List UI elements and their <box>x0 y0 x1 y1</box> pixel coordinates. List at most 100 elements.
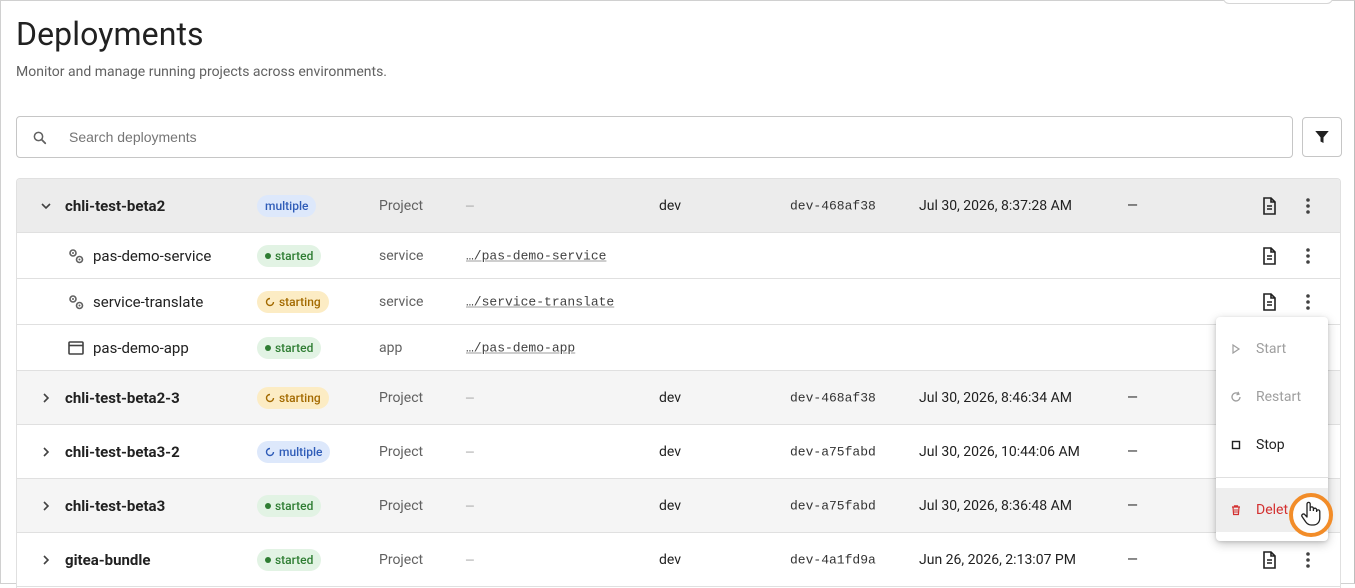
table-row[interactable]: chli-test-beta2 multiple Project — dev d… <box>17 179 1340 233</box>
path-link[interactable]: …/pas-demo-app <box>466 340 575 355</box>
status-text: multiple <box>279 444 323 459</box>
path-empty: — <box>466 198 474 213</box>
chevron-down-icon[interactable] <box>39 199 53 213</box>
filter-icon <box>1315 131 1329 143</box>
path-empty: — <box>466 444 474 459</box>
table-row[interactable]: service-translate starting service …/ser… <box>17 279 1340 325</box>
menu-item-stop[interactable]: Stop <box>1216 423 1328 467</box>
extra-value: — <box>1127 443 1138 460</box>
restart-icon <box>1231 391 1241 402</box>
env-label: dev <box>659 197 682 214</box>
menu-item-restart[interactable]: Restart <box>1216 375 1328 419</box>
kind-label: service <box>379 247 424 264</box>
header-action-button[interactable] <box>1223 0 1333 4</box>
path-empty: — <box>466 498 474 513</box>
trash-icon <box>1232 505 1240 516</box>
extra-value: — <box>1127 551 1138 568</box>
status-text: started <box>275 248 314 263</box>
date-label: Jul 30, 2026, 10:44:06 AM <box>919 443 1080 460</box>
deployment-name[interactable]: chli-test-beta2 <box>65 197 165 215</box>
deployment-name[interactable]: chli-test-beta3-2 <box>65 443 180 461</box>
table-row[interactable]: chli-test-beta3 started Project — dev de… <box>17 479 1340 533</box>
version-label: dev-4a1fd9a <box>790 552 876 567</box>
table-row[interactable]: chli-test-beta3-2 multiple Project — dev… <box>17 425 1340 479</box>
more-vertical-icon[interactable] <box>1305 197 1311 215</box>
more-vertical-icon[interactable] <box>1305 551 1311 569</box>
kind-label: Project <box>379 389 424 406</box>
extra-value: — <box>1127 497 1138 514</box>
status-text: starting <box>279 294 321 309</box>
status-text: starting <box>279 390 321 405</box>
env-label: dev <box>659 497 682 514</box>
menu-item-label: Start <box>1256 341 1287 357</box>
menu-item-label: Restart <box>1256 389 1302 405</box>
status-dot <box>265 344 271 351</box>
deployment-name[interactable]: service-translate <box>93 293 203 311</box>
chevron-right-icon[interactable] <box>39 499 53 513</box>
version-label: dev-468af38 <box>790 198 876 213</box>
table-row[interactable]: pas-demo-app started app …/pas-demo-app <box>17 325 1340 371</box>
document-icon[interactable] <box>1259 246 1279 266</box>
version-label: dev-a75fabd <box>790 498 876 513</box>
status-badge: started <box>257 244 322 267</box>
kind-label: Project <box>379 497 424 514</box>
env-label: dev <box>659 443 682 460</box>
path-link[interactable]: …/service-translate <box>466 294 614 309</box>
chevron-right-icon[interactable] <box>39 445 53 459</box>
env-label: dev <box>659 551 682 568</box>
search-input[interactable] <box>67 117 1267 157</box>
path-link[interactable]: …/pas-demo-service <box>466 248 606 263</box>
path-empty: — <box>466 552 474 567</box>
status-badge: started <box>257 494 322 517</box>
status-badge: starting <box>257 290 329 313</box>
table-row[interactable]: chli-test-beta2-3 starting Project — dev… <box>17 371 1340 425</box>
document-icon[interactable] <box>1259 292 1279 312</box>
deployment-name[interactable]: chli-test-beta3 <box>65 497 165 515</box>
play-icon <box>1232 343 1241 355</box>
chevron-right-icon[interactable] <box>39 391 53 405</box>
path-empty: — <box>466 390 474 405</box>
kind-label: Project <box>379 443 424 460</box>
status-badge: multiple <box>257 194 317 217</box>
spinner-icon <box>265 447 275 456</box>
status-badge: started <box>257 548 322 571</box>
gears-icon <box>69 294 84 309</box>
status-badge: started <box>257 336 322 359</box>
document-icon[interactable] <box>1259 196 1279 216</box>
status-text: started <box>275 552 314 567</box>
kind-label: Project <box>379 551 424 568</box>
status-text: started <box>275 340 314 355</box>
chevron-right-icon[interactable] <box>39 553 53 567</box>
page-subtitle: Monitor and manage running projects acro… <box>16 64 387 80</box>
date-label: Jun 26, 2026, 2:13:07 PM <box>919 551 1076 568</box>
filter-button[interactable] <box>1302 117 1342 157</box>
search-box[interactable] <box>16 116 1293 158</box>
status-badge: multiple <box>257 440 331 463</box>
deployment-name[interactable]: pas-demo-service <box>93 247 211 265</box>
spinner-icon <box>265 297 275 306</box>
status-dot <box>265 556 271 563</box>
deployment-name[interactable]: chli-test-beta2-3 <box>65 389 180 407</box>
deployment-name[interactable]: pas-demo-app <box>93 339 189 357</box>
deployment-name[interactable]: gitea-bundle <box>65 551 150 569</box>
deployments-table: chli-test-beta2 multiple Project — dev d… <box>16 178 1341 588</box>
gears-icon <box>69 248 84 263</box>
more-vertical-icon[interactable] <box>1305 293 1311 311</box>
status-badge: starting <box>257 386 329 409</box>
menu-divider <box>1216 477 1328 478</box>
stop-icon <box>1231 440 1241 450</box>
date-label: Jul 30, 2026, 8:46:34 AM <box>919 389 1072 406</box>
kind-label: service <box>379 293 424 310</box>
table-row[interactable]: gitea-bundle started Project — dev dev-4… <box>17 533 1340 587</box>
extra-value: — <box>1127 389 1138 406</box>
window-icon <box>68 340 84 355</box>
version-label: dev-a75fabd <box>790 444 876 459</box>
search-icon <box>33 131 47 145</box>
menu-item-label: Delet <box>1256 502 1289 518</box>
more-vertical-icon[interactable] <box>1305 247 1311 265</box>
menu-item-start[interactable]: Start <box>1216 327 1328 371</box>
menu-item-label: Stop <box>1256 437 1285 453</box>
kind-label: Project <box>379 197 424 214</box>
document-icon[interactable] <box>1259 550 1279 570</box>
table-row[interactable]: pas-demo-service started service …/pas-d… <box>17 233 1340 279</box>
